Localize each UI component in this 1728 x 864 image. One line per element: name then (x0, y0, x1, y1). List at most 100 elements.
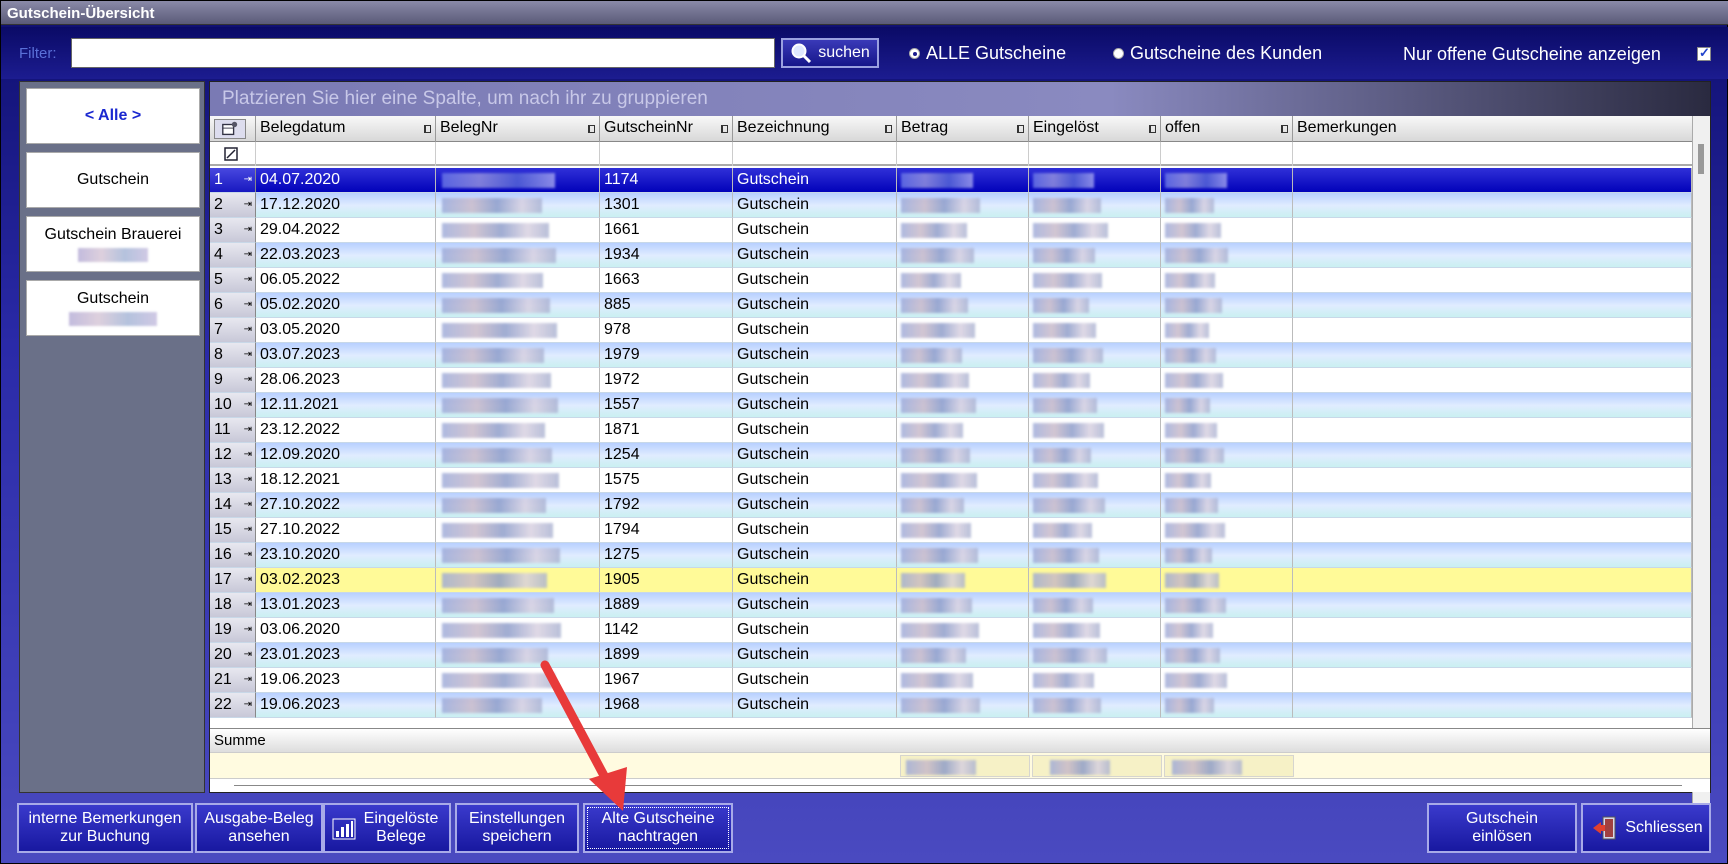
table-cell (436, 168, 600, 193)
table-row[interactable]: 16 ⇥ 23.10.2020 1275 Gutschein (210, 543, 1692, 568)
table-row[interactable]: 22 ⇥ 19.06.2023 1968 Gutschein (210, 693, 1692, 718)
row-number[interactable]: 11 ⇥ (210, 418, 256, 443)
table-row[interactable]: 15 ⇥ 27.10.2022 1794 Gutschein (210, 518, 1692, 543)
table-row[interactable]: 9 ⇥ 28.06.2023 1972 Gutschein (210, 368, 1692, 393)
row-number[interactable]: 20 ⇥ (210, 643, 256, 668)
redacted-sum (1172, 760, 1242, 775)
row-number[interactable]: 10 ⇥ (210, 393, 256, 418)
row-number[interactable]: 5 ⇥ (210, 268, 256, 293)
redacted-value (1165, 673, 1227, 688)
filter-cell[interactable] (256, 142, 436, 166)
row-indicator-icon: ⇥ (243, 224, 252, 235)
table-row[interactable]: 21 ⇥ 19.06.2023 1967 Gutschein (210, 668, 1692, 693)
close-button[interactable]: Schliessen (1581, 803, 1711, 853)
sidebar-item-all[interactable]: < Alle > (26, 88, 200, 144)
table-row[interactable]: 8 ⇥ 03.07.2023 1979 Gutschein (210, 343, 1692, 368)
table-row[interactable]: 11 ⇥ 23.12.2022 1871 Gutschein (210, 418, 1692, 443)
column-header-bezeichnung[interactable]: Bezeichnung (733, 116, 897, 142)
row-number[interactable]: 21 ⇥ (210, 668, 256, 693)
filter-cell[interactable] (1161, 142, 1293, 166)
table-row[interactable]: 20 ⇥ 23.01.2023 1899 Gutschein (210, 643, 1692, 668)
row-number[interactable]: 14 ⇥ (210, 493, 256, 518)
table-row[interactable]: 12 ⇥ 12.09.2020 1254 Gutschein (210, 443, 1692, 468)
view-receipt-button[interactable]: Ausgabe-Beleg ansehen (195, 803, 323, 853)
row-number[interactable]: 1 ⇥ (210, 168, 256, 193)
table-row[interactable]: 4 ⇥ 22.03.2023 1934 Gutschein (210, 243, 1692, 268)
filter-cell[interactable] (600, 142, 733, 166)
row-number[interactable]: 18 ⇥ (210, 593, 256, 618)
row-number[interactable]: 19 ⇥ (210, 618, 256, 643)
table-row[interactable]: 10 ⇥ 12.11.2021 1557 Gutschein (210, 393, 1692, 418)
table-row[interactable]: 2 ⇥ 17.12.2020 1301 Gutschein (210, 193, 1692, 218)
table-cell (897, 468, 1029, 493)
radio-all-vouchers[interactable]: ALLE Gutscheine (909, 43, 1066, 64)
redacted-value (1165, 548, 1212, 563)
table-row[interactable]: 6 ⇥ 05.02.2020 885 Gutschein (210, 293, 1692, 318)
table-row[interactable]: 5 ⇥ 06.05.2022 1663 Gutschein (210, 268, 1692, 293)
horizontal-scrollbar[interactable] (210, 778, 1710, 792)
row-number[interactable]: 15 ⇥ (210, 518, 256, 543)
sidebar-item-voucher[interactable]: Gutschein (26, 152, 200, 208)
table-cell: 03.02.2023 (256, 568, 436, 593)
table-row[interactable]: 17 ⇥ 03.02.2023 1905 Gutschein (210, 568, 1692, 593)
column-chooser-button[interactable] (210, 116, 256, 142)
table-row[interactable]: 13 ⇥ 18.12.2021 1575 Gutschein (210, 468, 1692, 493)
filter-input[interactable] (71, 38, 775, 68)
table-row[interactable]: 7 ⇥ 03.05.2020 978 Gutschein (210, 318, 1692, 343)
row-number[interactable]: 7 ⇥ (210, 318, 256, 343)
table-row[interactable]: 14 ⇥ 27.10.2022 1792 Gutschein (210, 493, 1692, 518)
search-button[interactable]: suchen (781, 38, 879, 68)
table-cell (436, 643, 600, 668)
filter-clear-button[interactable] (210, 142, 256, 166)
row-number[interactable]: 2 ⇥ (210, 193, 256, 218)
row-number[interactable]: 12 ⇥ (210, 443, 256, 468)
table-row[interactable]: 1 ⇥ 04.07.2020 1174 Gutschein (210, 168, 1692, 193)
row-number[interactable]: 16 ⇥ (210, 543, 256, 568)
table-cell (1029, 393, 1161, 418)
sidebar-item-voucher-brewery[interactable]: Gutschein Brauerei (26, 216, 200, 272)
save-settings-button[interactable]: Einstellungen speichern (455, 803, 579, 853)
radio-customer-vouchers[interactable]: Gutscheine des Kunden (1113, 43, 1322, 64)
only-open-checkbox[interactable] (1697, 45, 1711, 61)
table-row[interactable]: 18 ⇥ 13.01.2023 1889 Gutschein (210, 593, 1692, 618)
column-header-offen[interactable]: offen (1161, 116, 1293, 142)
filter-cell[interactable] (733, 142, 897, 166)
row-number[interactable]: 6 ⇥ (210, 293, 256, 318)
group-by-panel[interactable]: Platzieren Sie hier eine Spalte, um nach… (210, 82, 1710, 116)
row-number[interactable]: 13 ⇥ (210, 468, 256, 493)
table-cell (897, 368, 1029, 393)
row-number[interactable]: 22 ⇥ (210, 693, 256, 718)
row-number[interactable]: 3 ⇥ (210, 218, 256, 243)
column-header-eingeloest[interactable]: Eingelöst (1029, 116, 1161, 142)
filter-cell[interactable] (1029, 142, 1161, 166)
summary-row (210, 752, 1710, 778)
row-number[interactable]: 8 ⇥ (210, 343, 256, 368)
row-number[interactable]: 17 ⇥ (210, 568, 256, 593)
column-header-betrag[interactable]: Betrag (897, 116, 1029, 142)
table-row[interactable]: 3 ⇥ 29.04.2022 1661 Gutschein (210, 218, 1692, 243)
column-header-bemerkungen[interactable]: Bemerkungen (1293, 116, 1692, 142)
scrollbar-thumb[interactable] (1698, 144, 1704, 174)
filter-cell[interactable] (1293, 142, 1692, 166)
row-number[interactable]: 9 ⇥ (210, 368, 256, 393)
filter-cell[interactable] (436, 142, 600, 166)
table-cell: 1934 (600, 243, 733, 268)
add-old-vouchers-button[interactable]: Alte Gutscheine nachtragen (583, 803, 733, 853)
internal-notes-button[interactable]: interne Bemerkungen zur Buchung (17, 803, 193, 853)
redacted-value (442, 248, 556, 263)
table-row[interactable]: 19 ⇥ 03.06.2020 1142 Gutschein (210, 618, 1692, 643)
row-number[interactable]: 4 ⇥ (210, 243, 256, 268)
redeemed-receipts-button[interactable]: Eingelöste Belege (323, 803, 451, 853)
table-cell (1161, 268, 1293, 293)
redeem-voucher-button[interactable]: Gutschein einlösen (1427, 803, 1577, 853)
sidebar-item-voucher-2[interactable]: Gutschein (26, 280, 200, 336)
column-header-gutscheinnr[interactable]: GutscheinNr (600, 116, 733, 142)
column-header-belegnr[interactable]: BelegNr (436, 116, 600, 142)
table-cell: Gutschein (733, 668, 897, 693)
table-cell: Gutschein (733, 593, 897, 618)
table-cell (436, 618, 600, 643)
vertical-scrollbar[interactable] (1692, 116, 1710, 806)
filter-cell[interactable] (897, 142, 1029, 166)
table-cell (1029, 643, 1161, 668)
column-header-belegdatum[interactable]: Belegdatum (256, 116, 436, 142)
